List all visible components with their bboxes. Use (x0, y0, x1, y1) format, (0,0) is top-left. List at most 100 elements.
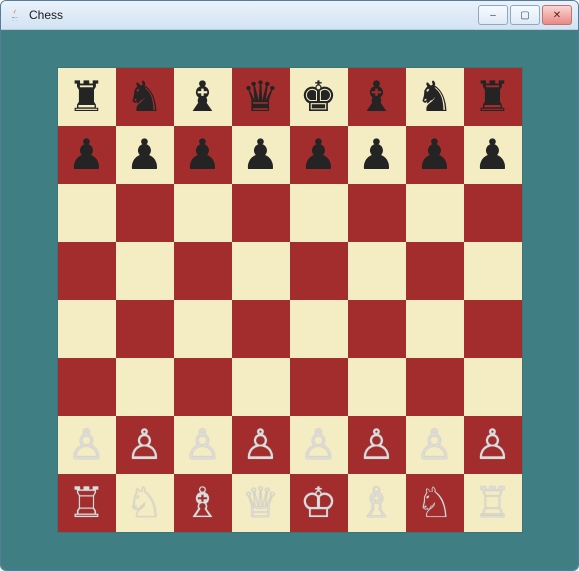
square-g3[interactable] (406, 358, 464, 416)
square-a5[interactable] (58, 242, 116, 300)
square-g7[interactable]: ♟ (406, 126, 464, 184)
square-b4[interactable] (116, 300, 174, 358)
square-b3[interactable] (116, 358, 174, 416)
black-knight-icon[interactable]: ♞ (126, 76, 164, 118)
square-h8[interactable]: ♜ (464, 68, 522, 126)
square-h1[interactable]: ♖ (464, 474, 522, 532)
white-pawn-icon[interactable]: ♙ (184, 424, 222, 466)
square-d8[interactable]: ♛ (232, 68, 290, 126)
black-queen-icon[interactable]: ♛ (242, 76, 280, 118)
square-a7[interactable]: ♟ (58, 126, 116, 184)
square-d7[interactable]: ♟ (232, 126, 290, 184)
black-king-icon[interactable]: ♚ (300, 76, 338, 118)
square-g8[interactable]: ♞ (406, 68, 464, 126)
white-pawn-icon[interactable]: ♙ (358, 424, 396, 466)
square-a6[interactable] (58, 184, 116, 242)
square-h6[interactable] (464, 184, 522, 242)
black-rook-icon[interactable]: ♜ (474, 76, 512, 118)
square-g5[interactable] (406, 242, 464, 300)
white-bishop-icon[interactable]: ♗ (184, 482, 222, 524)
white-king-icon[interactable]: ♔ (300, 482, 338, 524)
square-h4[interactable] (464, 300, 522, 358)
square-h5[interactable] (464, 242, 522, 300)
black-pawn-icon[interactable]: ♟ (126, 134, 164, 176)
square-f8[interactable]: ♝ (348, 68, 406, 126)
square-c5[interactable] (174, 242, 232, 300)
square-f5[interactable] (348, 242, 406, 300)
white-pawn-icon[interactable]: ♙ (68, 424, 106, 466)
square-d3[interactable] (232, 358, 290, 416)
square-f4[interactable] (348, 300, 406, 358)
square-e4[interactable] (290, 300, 348, 358)
square-e1[interactable]: ♔ (290, 474, 348, 532)
square-d1[interactable]: ♕ (232, 474, 290, 532)
square-g6[interactable] (406, 184, 464, 242)
white-rook-icon[interactable]: ♖ (68, 482, 106, 524)
white-pawn-icon[interactable]: ♙ (242, 424, 280, 466)
white-knight-icon[interactable]: ♘ (126, 482, 164, 524)
square-c7[interactable]: ♟ (174, 126, 232, 184)
square-g2[interactable]: ♙ (406, 416, 464, 474)
square-f1[interactable]: ♗ (348, 474, 406, 532)
square-f6[interactable] (348, 184, 406, 242)
square-g1[interactable]: ♘ (406, 474, 464, 532)
white-queen-icon[interactable]: ♕ (242, 482, 280, 524)
square-b5[interactable] (116, 242, 174, 300)
white-pawn-icon[interactable]: ♙ (300, 424, 338, 466)
square-a3[interactable] (58, 358, 116, 416)
square-b2[interactable]: ♙ (116, 416, 174, 474)
close-button[interactable]: ✕ (542, 5, 572, 25)
square-c6[interactable] (174, 184, 232, 242)
square-d5[interactable] (232, 242, 290, 300)
square-f7[interactable]: ♟ (348, 126, 406, 184)
titlebar[interactable]: Chess – ▢ ✕ (1, 1, 578, 30)
square-h7[interactable]: ♟ (464, 126, 522, 184)
square-h3[interactable] (464, 358, 522, 416)
black-pawn-icon[interactable]: ♟ (416, 134, 454, 176)
square-e8[interactable]: ♚ (290, 68, 348, 126)
square-c2[interactable]: ♙ (174, 416, 232, 474)
square-g4[interactable] (406, 300, 464, 358)
square-a1[interactable]: ♖ (58, 474, 116, 532)
black-pawn-icon[interactable]: ♟ (300, 134, 338, 176)
square-b1[interactable]: ♘ (116, 474, 174, 532)
white-bishop-icon[interactable]: ♗ (358, 482, 396, 524)
square-b8[interactable]: ♞ (116, 68, 174, 126)
square-d6[interactable] (232, 184, 290, 242)
white-pawn-icon[interactable]: ♙ (416, 424, 454, 466)
square-e3[interactable] (290, 358, 348, 416)
white-pawn-icon[interactable]: ♙ (474, 424, 512, 466)
white-pawn-icon[interactable]: ♙ (126, 424, 164, 466)
black-pawn-icon[interactable]: ♟ (474, 134, 512, 176)
square-c3[interactable] (174, 358, 232, 416)
square-c1[interactable]: ♗ (174, 474, 232, 532)
black-pawn-icon[interactable]: ♟ (242, 134, 280, 176)
square-e2[interactable]: ♙ (290, 416, 348, 474)
black-pawn-icon[interactable]: ♟ (184, 134, 222, 176)
white-knight-icon[interactable]: ♘ (416, 482, 454, 524)
square-h2[interactable]: ♙ (464, 416, 522, 474)
black-knight-icon[interactable]: ♞ (416, 76, 454, 118)
square-b7[interactable]: ♟ (116, 126, 174, 184)
square-c8[interactable]: ♝ (174, 68, 232, 126)
square-c4[interactable] (174, 300, 232, 358)
square-e6[interactable] (290, 184, 348, 242)
square-f2[interactable]: ♙ (348, 416, 406, 474)
square-a4[interactable] (58, 300, 116, 358)
black-pawn-icon[interactable]: ♟ (358, 134, 396, 176)
square-f3[interactable] (348, 358, 406, 416)
square-b6[interactable] (116, 184, 174, 242)
minimize-button[interactable]: – (478, 5, 508, 25)
black-rook-icon[interactable]: ♜ (68, 76, 106, 118)
black-pawn-icon[interactable]: ♟ (68, 134, 106, 176)
white-rook-icon[interactable]: ♖ (474, 482, 512, 524)
square-e5[interactable] (290, 242, 348, 300)
square-d2[interactable]: ♙ (232, 416, 290, 474)
square-d4[interactable] (232, 300, 290, 358)
square-a2[interactable]: ♙ (58, 416, 116, 474)
square-e7[interactable]: ♟ (290, 126, 348, 184)
maximize-button[interactable]: ▢ (510, 5, 540, 25)
square-a8[interactable]: ♜ (58, 68, 116, 126)
black-bishop-icon[interactable]: ♝ (358, 76, 396, 118)
black-bishop-icon[interactable]: ♝ (184, 76, 222, 118)
